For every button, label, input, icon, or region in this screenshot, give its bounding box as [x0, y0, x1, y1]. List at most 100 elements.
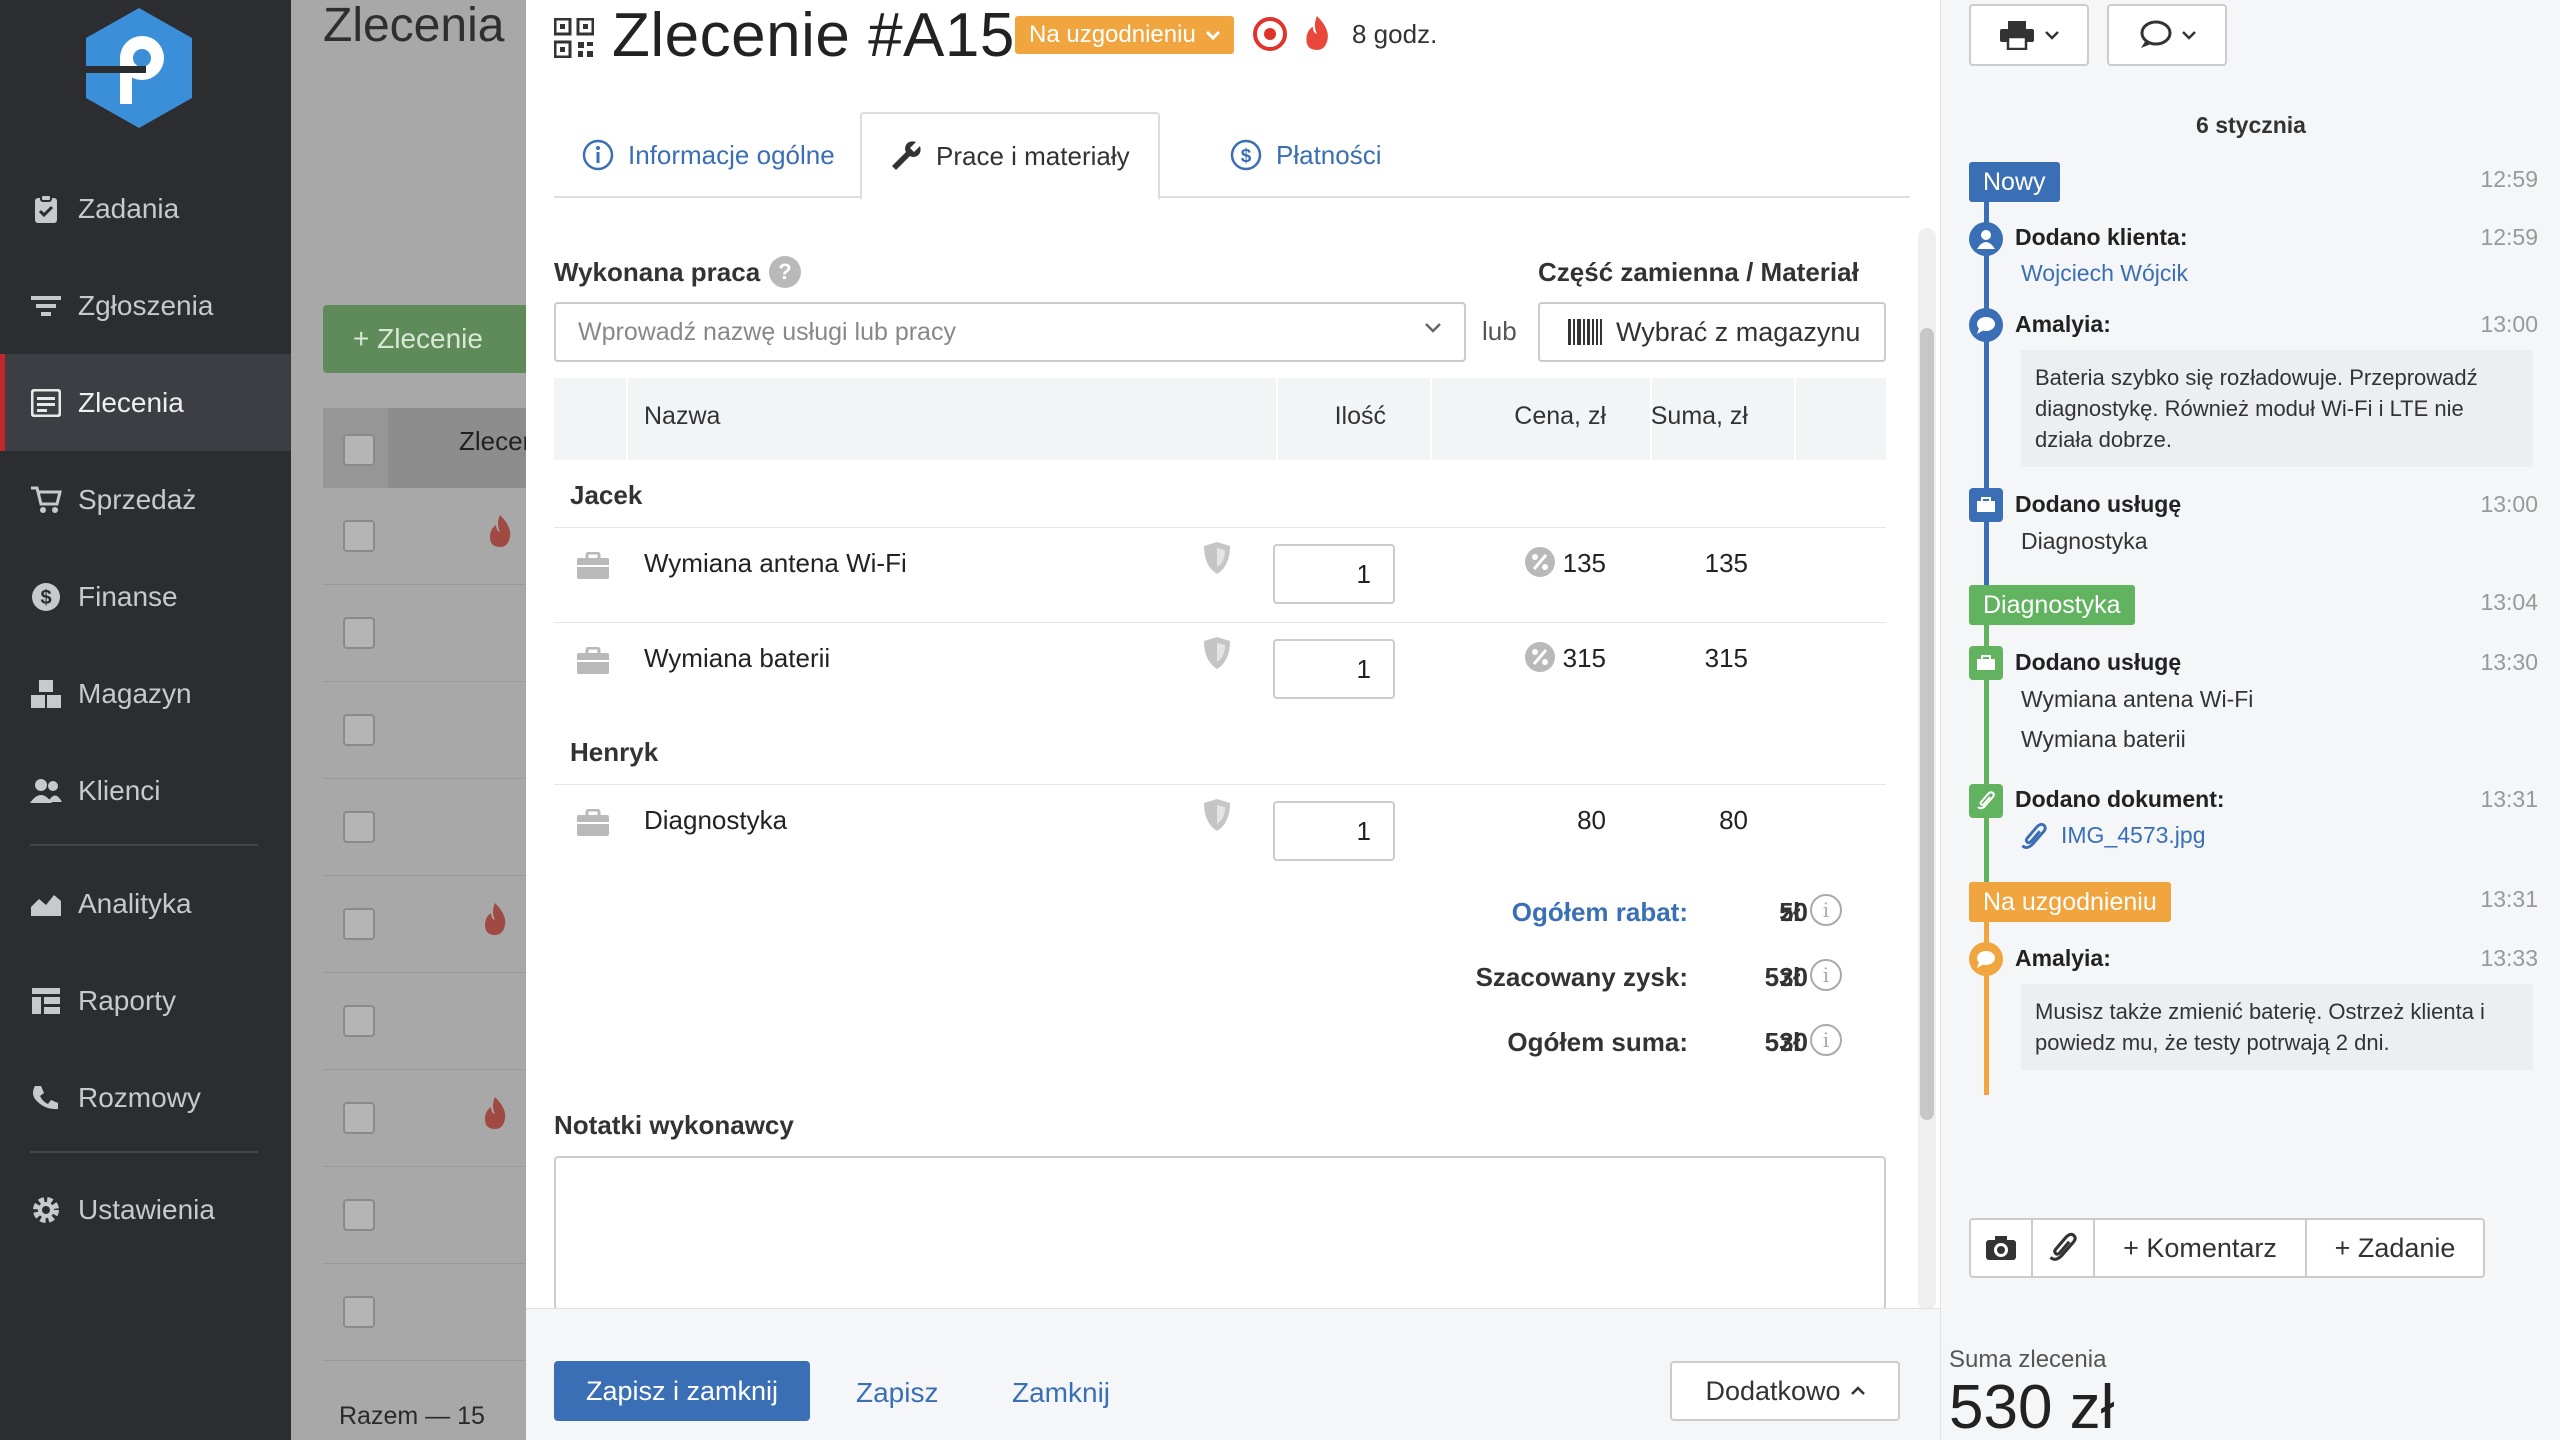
column-header-qty: Ilość	[1334, 402, 1386, 430]
service-select[interactable]: Wprowadź nazwę usługi lub pracy	[554, 302, 1466, 362]
sidebar-item-zlecenia[interactable]: Zlecenia	[0, 354, 291, 451]
info-icon	[582, 139, 614, 171]
client-link[interactable]: Wojciech Wójcik	[2021, 260, 2188, 287]
sidebar-item-finanse[interactable]: $ Finanse	[0, 548, 291, 645]
warranty-shield-icon[interactable]	[1202, 797, 1232, 833]
list-item[interactable]	[323, 1070, 526, 1167]
sidebar-item-label: Klienci	[78, 774, 161, 806]
quantity-input[interactable]: 1	[1273, 639, 1395, 699]
help-icon[interactable]: ?	[769, 256, 801, 288]
attach-button[interactable]	[2031, 1218, 2095, 1278]
modal-scrollbar[interactable]	[1918, 228, 1936, 1310]
scrollbar-thumb[interactable]	[1920, 328, 1934, 1120]
close-button[interactable]: Zamknij	[1012, 1377, 1110, 1409]
row-checkbox[interactable]	[343, 520, 375, 552]
row-checkbox[interactable]	[343, 1005, 375, 1037]
sidebar-item-sprzedaz[interactable]: Sprzedaż	[0, 451, 291, 548]
discount-percent-icon[interactable]	[1524, 546, 1556, 578]
add-comment-button[interactable]: + Komentarz	[2093, 1218, 2307, 1278]
list-item[interactable]	[323, 1167, 526, 1264]
parts-label: Część zamienna / Materiał	[1538, 257, 1859, 287]
row-checkbox[interactable]	[343, 908, 375, 940]
event-title: Dodano dokument:	[2015, 786, 2225, 812]
estimated-profit-label: Szacowany zysk:	[1475, 962, 1688, 992]
camera-button[interactable]	[1969, 1218, 2033, 1278]
table-row[interactable]: Wymiana antena Wi-Fi 1 135 135	[554, 527, 1886, 622]
discount-percent-icon[interactable]	[1524, 641, 1556, 673]
list-item[interactable]	[323, 488, 526, 585]
row-checkbox[interactable]	[343, 1199, 375, 1231]
row-sum: 80	[1719, 805, 1748, 835]
app-logo-icon[interactable]	[82, 6, 196, 130]
document-link[interactable]: IMG_4573.jpg	[2061, 822, 2205, 849]
users-icon	[29, 774, 63, 808]
info-icon[interactable]: i	[1810, 1024, 1842, 1056]
list-item[interactable]	[323, 682, 526, 779]
row-checkbox[interactable]	[343, 617, 375, 649]
wrench-icon	[890, 140, 922, 172]
quantity-input[interactable]: 1	[1273, 801, 1395, 861]
qr-code-icon[interactable]	[554, 18, 594, 58]
choose-from-warehouse-button[interactable]: Wybrać z magazynu	[1538, 302, 1886, 362]
sidebar-item-raporty[interactable]: Raporty	[0, 952, 291, 1049]
warranty-shield-icon[interactable]	[1202, 540, 1232, 576]
sidebar-item-zgloszenia[interactable]: Zgłoszenia	[0, 257, 291, 354]
list-header: Zlecenie	[323, 408, 526, 488]
select-all-checkbox[interactable]	[343, 434, 375, 466]
list-item[interactable]	[323, 585, 526, 682]
list-item[interactable]	[323, 973, 526, 1070]
list-item[interactable]	[323, 779, 526, 876]
list-total: Razem — 15	[339, 1402, 485, 1430]
list-item[interactable]	[323, 1264, 526, 1361]
comment-bubble: Bateria szybko się rozładowuje. Przeprow…	[2021, 350, 2533, 467]
row-name: Wymiana baterii	[644, 643, 831, 673]
page-title: Zlecenia	[323, 0, 505, 52]
table-row[interactable]: Diagnostyka 1 80 80	[554, 784, 1886, 879]
sidebar-item-ustawienia[interactable]: Ustawienia	[0, 1161, 291, 1258]
sidebar-item-zadania[interactable]: Zadania	[0, 160, 291, 257]
print-menu-button[interactable]	[1969, 4, 2089, 66]
quantity-input[interactable]: 1	[1273, 544, 1395, 604]
row-checkbox[interactable]	[343, 811, 375, 843]
add-task-button[interactable]: + Zadanie	[2305, 1218, 2485, 1278]
status-dropdown[interactable]: Na uzgodnieniu	[1015, 16, 1234, 54]
sidebar-item-magazyn[interactable]: Magazyn	[0, 645, 291, 742]
sidebar-item-label: Magazyn	[78, 677, 192, 709]
notes-textarea[interactable]	[554, 1156, 1886, 1310]
total-discount-label[interactable]: Ogółem rabat:	[1512, 897, 1688, 928]
sidebar-item-label: Raporty	[78, 984, 177, 1016]
activity-panel: 6 stycznia Nowy 12:59 Dodano klienta: 12…	[1940, 0, 2560, 1440]
row-checkbox[interactable]	[343, 1102, 375, 1134]
info-icon[interactable]: i	[1810, 894, 1842, 926]
save-button[interactable]: Zapisz	[856, 1377, 938, 1409]
message-menu-button[interactable]	[2107, 4, 2227, 66]
sidebar-item-klienci[interactable]: Klienci	[0, 742, 291, 839]
order-sum-value: 530 zł	[1949, 1373, 2115, 1440]
modal-footer: Zapisz i zamknij Zapisz Zamknij Dodatkow…	[526, 1308, 1940, 1440]
tab-platnosci[interactable]: $ Płatności	[1230, 112, 1382, 198]
info-icon[interactable]: i	[1810, 959, 1842, 991]
warranty-shield-icon[interactable]	[1202, 635, 1232, 671]
save-and-close-button[interactable]: Zapisz i zamknij	[554, 1361, 810, 1421]
sidebar-item-analityka[interactable]: Analityka	[0, 855, 291, 952]
column-header-order: Zlecenie	[459, 426, 526, 456]
sidebar-item-rozmowy[interactable]: Rozmowy	[0, 1049, 291, 1146]
event-title: Amalyia:	[2015, 311, 2111, 337]
add-order-button[interactable]: + Zlecenie	[323, 305, 526, 373]
more-actions-button[interactable]: Dodatkowo	[1670, 1361, 1900, 1421]
row-checkbox[interactable]	[343, 1296, 375, 1328]
filter-list-icon	[29, 289, 63, 323]
sidebar-item-label: Analityka	[78, 887, 192, 919]
target-icon[interactable]	[1253, 17, 1287, 51]
list-item[interactable]	[323, 876, 526, 973]
table-row[interactable]: Wymiana baterii 1 315 315	[554, 622, 1886, 717]
status-badge-diagnostyka: Diagnostyka	[1969, 585, 2135, 625]
row-checkbox[interactable]	[343, 714, 375, 746]
tab-informacje-ogolne[interactable]: Informacje ogólne	[582, 112, 835, 198]
chevron-down-icon	[1205, 30, 1220, 40]
notes-label: Notatki wykonawcy	[554, 1110, 794, 1140]
order-sum-label: Suma zlecenia	[1949, 1346, 2107, 1373]
camera-icon	[1986, 1236, 2016, 1260]
service-icon	[1969, 646, 2003, 680]
tab-prace-i-materialy[interactable]: Prace i materiały	[860, 112, 1160, 200]
